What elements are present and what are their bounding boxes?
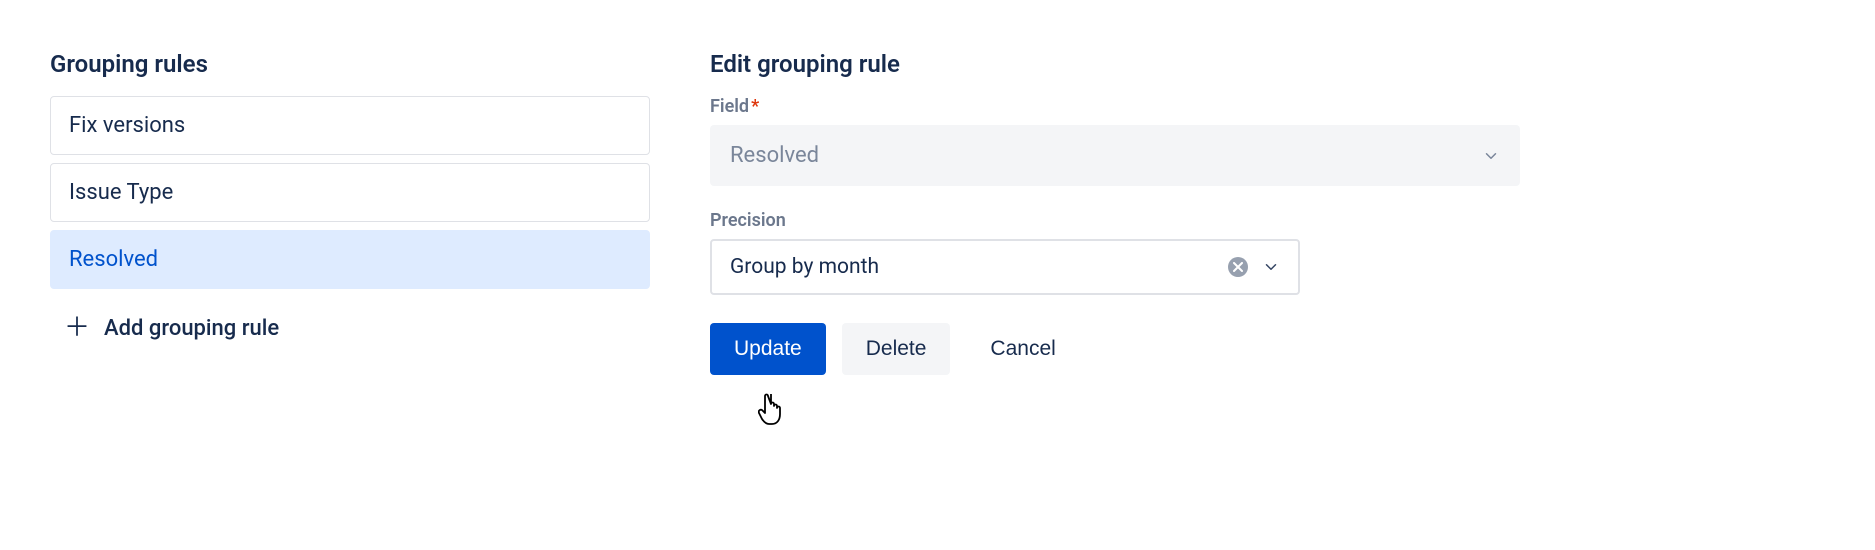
rule-item-label: Fix versions bbox=[69, 113, 185, 138]
update-button[interactable]: Update bbox=[710, 323, 826, 375]
clear-icon[interactable] bbox=[1228, 257, 1248, 277]
cancel-button[interactable]: Cancel bbox=[966, 323, 1079, 375]
field-select[interactable]: Resolved bbox=[710, 125, 1520, 186]
precision-select[interactable]: Group by month bbox=[710, 239, 1300, 295]
plus-icon: ＋ bbox=[64, 315, 90, 341]
edit-grouping-rule-title: Edit grouping rule bbox=[710, 50, 1520, 78]
rule-list: Fix versions Issue Type Resolved bbox=[50, 96, 650, 289]
precision-label: Precision bbox=[710, 210, 1520, 231]
rule-item-label: Resolved bbox=[69, 247, 158, 272]
add-grouping-rule-button[interactable]: ＋ Add grouping rule bbox=[50, 297, 650, 341]
field-select-value: Resolved bbox=[730, 143, 819, 168]
precision-select-value: Group by month bbox=[730, 255, 879, 279]
cursor-pointer-icon bbox=[758, 390, 790, 426]
field-form-group: Field* Resolved bbox=[710, 96, 1520, 186]
rule-item-resolved[interactable]: Resolved bbox=[50, 230, 650, 289]
delete-button[interactable]: Delete bbox=[842, 323, 951, 375]
field-label: Field* bbox=[710, 96, 1520, 117]
precision-form-group: Precision Group by month bbox=[710, 210, 1520, 295]
rule-item-label: Issue Type bbox=[69, 180, 173, 205]
rule-item-issue-type[interactable]: Issue Type bbox=[50, 163, 650, 222]
button-row: Update Delete Cancel bbox=[710, 323, 1520, 375]
chevron-down-icon bbox=[1482, 147, 1500, 165]
grouping-rules-panel: Grouping rules Fix versions Issue Type R… bbox=[50, 50, 650, 375]
grouping-rules-title: Grouping rules bbox=[50, 50, 650, 78]
chevron-down-icon[interactable] bbox=[1262, 258, 1280, 276]
edit-grouping-rule-panel: Edit grouping rule Field* Resolved Preci… bbox=[710, 50, 1520, 375]
rule-item-fix-versions[interactable]: Fix versions bbox=[50, 96, 650, 155]
add-rule-label: Add grouping rule bbox=[104, 316, 279, 341]
required-asterisk: * bbox=[751, 96, 759, 117]
